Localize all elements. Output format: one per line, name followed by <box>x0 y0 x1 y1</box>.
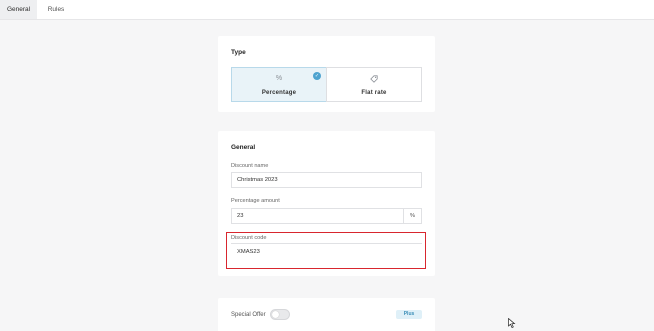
plus-badge: Plus <box>396 310 422 319</box>
toggle-knob <box>272 311 279 318</box>
mouse-cursor-icon <box>508 318 516 328</box>
percent-suffix: % <box>403 209 421 223</box>
flat-rate-option[interactable]: Flat rate <box>326 67 422 102</box>
type-card: Type % Percentage ✓ Flat rate <box>218 36 435 112</box>
special-offer-card: Special Offer Plus <box>218 298 435 331</box>
discount-code-highlight <box>226 232 426 269</box>
type-section-title: Type <box>231 49 246 56</box>
discount-name-value: Christmas 2023 <box>237 177 278 183</box>
tag-icon <box>327 75 421 85</box>
flat-rate-option-label: Flat rate <box>361 90 387 96</box>
general-section-title: General <box>231 144 256 151</box>
tab-general[interactable]: General <box>0 0 37 19</box>
check-icon: ✓ <box>313 72 321 80</box>
percentage-amount-label: Percentage amount <box>231 198 280 204</box>
special-offer-toggle[interactable] <box>270 309 290 320</box>
top-tab-bar: General Rules <box>0 0 654 20</box>
percentage-option[interactable]: % Percentage ✓ <box>231 67 327 102</box>
percentage-amount-value: 23 <box>237 213 244 219</box>
percentage-option-label: Percentage <box>261 90 297 96</box>
special-offer-label: Special Offer <box>231 312 266 318</box>
tab-rules[interactable]: Rules <box>37 0 75 19</box>
percent-icon: % <box>275 75 283 82</box>
percentage-amount-input[interactable]: 23 % <box>231 208 422 224</box>
discount-name-input[interactable]: Christmas 2023 <box>231 172 422 188</box>
discount-name-label: Discount name <box>231 163 269 169</box>
